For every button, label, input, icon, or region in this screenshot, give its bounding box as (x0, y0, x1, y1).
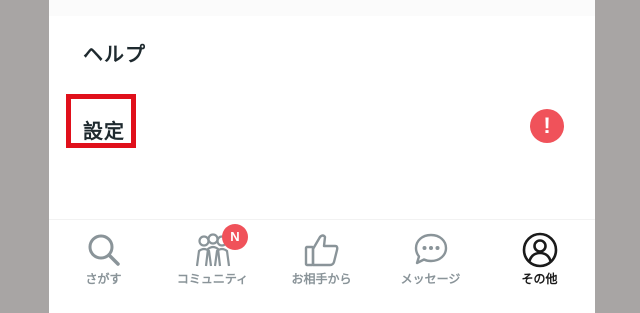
app-panel: ヘルプ 設定 ! さがす N コミュニティ お相手から メッセージ その他 (49, 0, 595, 313)
tab-likes-from-label: お相手から (291, 272, 352, 286)
alert-badge: ! (530, 109, 564, 143)
tab-community-label: コミュニティ (176, 272, 249, 286)
help-menu-item[interactable]: ヘルプ (83, 38, 146, 67)
tab-messages[interactable]: メッセージ (376, 220, 485, 313)
tab-community[interactable]: N コミュニティ (158, 220, 267, 313)
message-bubble-icon (414, 233, 447, 265)
settings-menu-item[interactable]: 設定 ! (49, 92, 595, 158)
tab-search[interactable]: さがす (49, 220, 158, 313)
tab-likes-from[interactable]: お相手から (267, 220, 376, 313)
tab-others[interactable]: その他 (485, 220, 594, 313)
search-icon (88, 234, 120, 266)
top-divider-strip (49, 0, 595, 16)
tab-messages-label: メッセージ (400, 272, 461, 286)
community-new-badge: N (222, 224, 248, 250)
settings-label: 設定 (83, 119, 125, 143)
tab-search-label: さがす (85, 272, 122, 286)
bottom-tab-bar: さがす N コミュニティ お相手から メッセージ その他 (49, 219, 595, 313)
user-circle-icon (522, 232, 557, 268)
thumbs-up-icon (304, 234, 338, 267)
tab-others-label: その他 (521, 272, 558, 286)
